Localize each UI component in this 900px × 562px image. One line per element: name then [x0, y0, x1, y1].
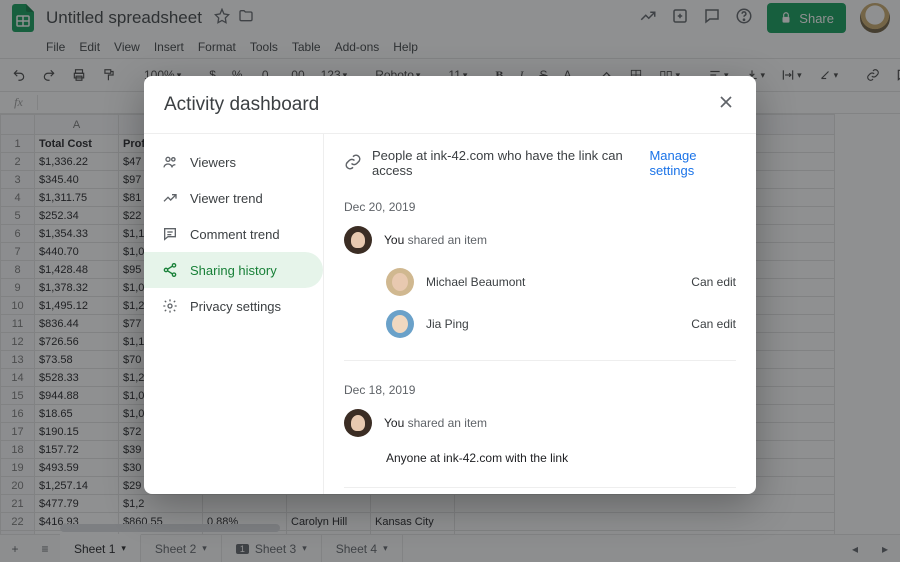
- sidebar-item-label: Viewers: [190, 155, 236, 170]
- event-text: You shared an item: [384, 233, 487, 247]
- modal-overlay: Activity dashboard Viewers Viewer trend Co…: [0, 0, 900, 562]
- shared-with-name: Jia Ping: [426, 317, 469, 331]
- share-icon: [162, 262, 178, 278]
- permission-label: Can edit: [691, 275, 736, 289]
- sidebar-item-viewers[interactable]: Viewers: [144, 144, 323, 180]
- activity-dashboard-dialog: Activity dashboard Viewers Viewer trend Co…: [144, 76, 756, 494]
- link-icon: [344, 153, 362, 174]
- trend-icon: [162, 190, 178, 206]
- people-icon: [162, 154, 178, 170]
- sidebar-item-label: Privacy settings: [190, 299, 281, 314]
- sidebar-item-label: Viewer trend: [190, 191, 263, 206]
- avatar: [386, 310, 414, 338]
- manage-settings-link[interactable]: Manage settings: [649, 148, 736, 178]
- sidebar-item-label: Sharing history: [190, 263, 277, 278]
- dialog-title: Activity dashboard: [164, 94, 319, 116]
- sidebar-item-comment-trend[interactable]: Comment trend: [144, 216, 323, 252]
- sidebar-item-privacy-settings[interactable]: Privacy settings: [144, 288, 323, 324]
- gear-icon: [162, 298, 178, 314]
- event-text: You shared an item: [384, 416, 487, 430]
- sidebar-item-viewer-trend[interactable]: Viewer trend: [144, 180, 323, 216]
- comment-icon: [162, 226, 178, 242]
- event-date: Dec 20, 2019: [344, 200, 736, 214]
- avatar: [386, 268, 414, 296]
- permission-label: Can edit: [691, 317, 736, 331]
- link-access-text: People at ink-42.com who have the link c…: [372, 148, 639, 178]
- shared-with-name: Michael Beaumont: [426, 275, 525, 289]
- sidebar-item-label: Comment trend: [190, 227, 280, 242]
- avatar: [344, 409, 372, 437]
- sidebar-item-sharing-history[interactable]: Sharing history: [144, 252, 323, 288]
- shared-link-text: Anyone at ink-42.com with the link: [386, 451, 736, 465]
- avatar: [344, 226, 372, 254]
- event-date: Dec 18, 2019: [344, 383, 736, 397]
- close-icon[interactable]: [716, 92, 736, 117]
